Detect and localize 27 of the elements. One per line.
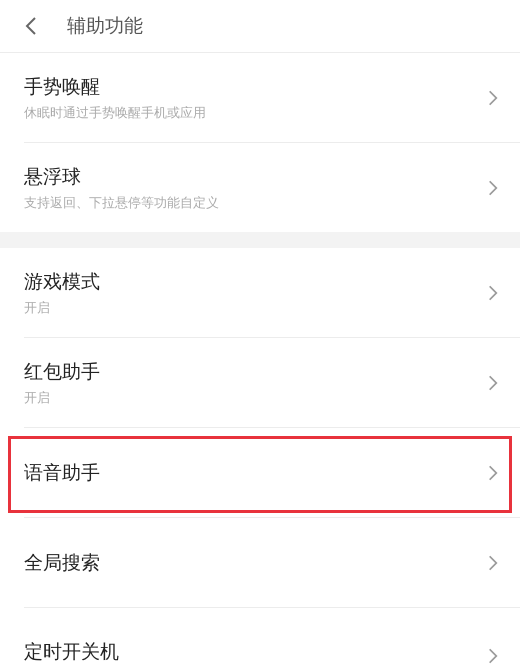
settings-item[interactable]: 悬浮球 支持返回、下拉悬停等功能自定义 (24, 143, 520, 232)
item-title: 手势唤醒 (24, 74, 101, 100)
settings-item[interactable]: 定时开关机 (24, 608, 520, 669)
chevron-icon (488, 464, 498, 482)
settings-item[interactable]: 红包助手 开启 (24, 338, 520, 428)
item-subtitle: 休眠时通过手势唤醒手机或应用 (24, 104, 206, 122)
item-title: 悬浮球 (24, 164, 82, 190)
item-title: 语音助手 (24, 460, 100, 486)
settings-item[interactable]: 全局搜索 (24, 518, 520, 608)
item-subtitle: 开启 (24, 390, 51, 406)
settings-item[interactable]: 游戏模式 开启 (24, 248, 520, 338)
settings-item[interactable]: 语音助手 (24, 428, 520, 518)
chevron-icon (488, 374, 498, 392)
chevron-icon (488, 88, 498, 106)
item-title: 定时开关机 (24, 640, 119, 665)
item-subtitle: 支持返回、下拉悬停等功能自定义 (24, 194, 219, 212)
chevron-icon (488, 554, 498, 572)
chevron-icon (488, 284, 498, 302)
back-icon[interactable] (25, 16, 37, 36)
item-subtitle: 开启 (24, 300, 51, 316)
item-title: 游戏模式 (24, 270, 100, 294)
page-title: 辅助功能 (67, 14, 143, 39)
item-title: 全局搜索 (24, 550, 100, 576)
chevron-icon (488, 178, 498, 196)
item-title: 红包助手 (24, 360, 100, 384)
settings-item[interactable]: 手势唤醒 休眠时通过手势唤醒手机或应用 (24, 53, 520, 143)
chevron-icon (488, 647, 498, 665)
